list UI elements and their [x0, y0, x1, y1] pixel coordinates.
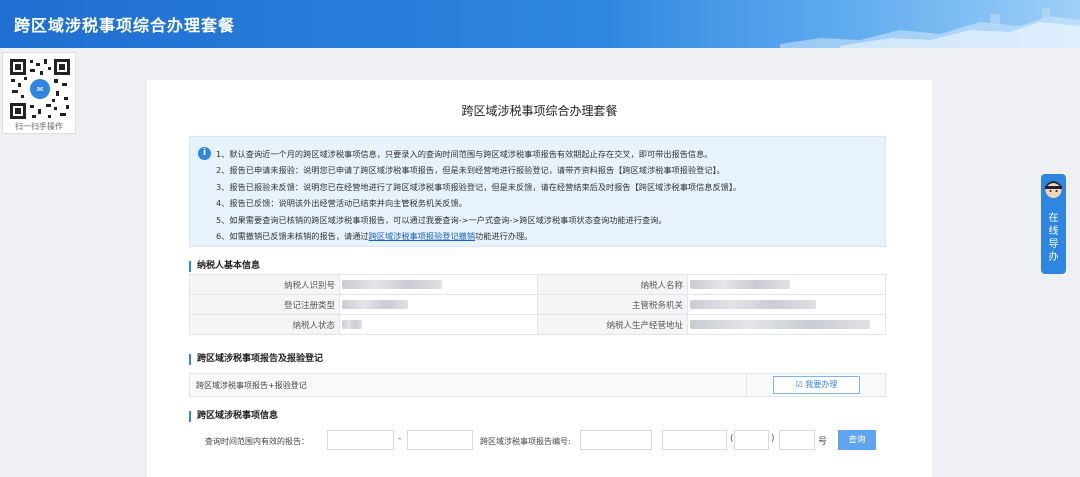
basic-info-section-title: 纳税人基本信息 [189, 261, 260, 272]
qr-code-icon: ✉ [8, 57, 72, 121]
online-guide-text: 在线导办 [1048, 213, 1059, 263]
taxpayer-status-value [339, 314, 538, 335]
online-guide-label: 在线导办 [1041, 212, 1066, 264]
qr-caption: 扫一扫手操作 [15, 122, 63, 131]
taxpayer-id-label: 纳税人识别号 [189, 274, 340, 295]
table-row: 登记注册类型 主管税务机关 [189, 294, 886, 315]
report-number-prefix-input[interactable] [580, 430, 652, 450]
svg-text:✉: ✉ [37, 85, 44, 94]
hao-label: 号 [818, 437, 828, 447]
end-date-input[interactable] [407, 430, 473, 450]
registration-type-label: 登记注册类型 [189, 294, 340, 315]
report-number-part-input[interactable] [662, 430, 727, 450]
notice-lines: 1、默认查询近一个月的跨区域涉税事项信息，只要录入的查询时间范围与跨区域涉税事项… [216, 146, 741, 244]
table-row: 纳税人识别号 纳税人名称 [189, 274, 886, 295]
bracket-close: ) [771, 434, 775, 444]
online-guide-float[interactable]: 在线导办 [1041, 174, 1066, 274]
top-banner: 跨区域涉税事项综合办理套餐 [0, 0, 1080, 48]
query-range-label: 查询时间范围内有效的报告： [205, 437, 309, 446]
taxpayer-name-value [687, 274, 886, 295]
notice-line-6-prefix: 6、如需撤销已反馈未核销的报告，请通过 [216, 231, 369, 242]
notice-box: i 1、默认查询近一个月的跨区域涉税事项信息，只要录入的查询时间范围与跨区域涉税… [189, 136, 886, 247]
info-icon: i [198, 147, 211, 160]
redacted-value [690, 279, 790, 289]
avatar-icon [1045, 181, 1062, 198]
notice-line-1: 1、默认查询近一个月的跨区域涉税事项信息，只要录入的查询时间范围与跨区域涉税事项… [216, 149, 713, 159]
business-address-value [687, 314, 886, 335]
report-reg-label: 跨区域涉税事项报告+报验登记 [196, 381, 307, 390]
great-wall-decoration [780, 8, 1080, 48]
notice-line-3: 3、报告已报验未反馈：说明您已在经营地进行了跨区域涉税事项报验登记，但是未反馈，… [216, 181, 742, 192]
bracket-open: ( [730, 434, 734, 444]
tax-authority-label: 主管税务机关 [537, 294, 688, 315]
tax-authority-value [687, 294, 886, 315]
notice-line-5: 5、如果需要查询已核销的跨区域涉税事项报告，可以通过我要查询->一户式查询->跨… [216, 214, 667, 225]
panel-title: 跨区域涉税事项综合办理套餐 [461, 104, 618, 118]
taxpayer-status-label: 纳税人状态 [189, 314, 340, 335]
business-address-label: 纳税人生产经营地址 [537, 314, 688, 335]
main-panel: 跨区域涉税事项综合办理套餐 i 1、默认查询近一个月的跨区域涉税事项信息，只要录… [147, 80, 932, 477]
qr-code-card: ✉ 扫一扫手操作 [2, 52, 76, 134]
revoke-registration-link[interactable]: 跨区域涉税事项报验登记撤销 [369, 231, 475, 241]
report-serial-input[interactable] [779, 430, 815, 450]
query-button[interactable]: 查询 [838, 430, 876, 450]
notice-line-4: 4、报告已反馈：说明该外出经营活动已结束并向主管税务机关反馈。 [216, 198, 467, 209]
report-reg-section-title: 跨区域涉税事项报告及报验登记 [189, 354, 323, 365]
notice-line-2: 2、报告已申请未报验：说明您已申请了跨区域涉税事项报告，但是未到经营地进行报验登… [216, 165, 725, 176]
range-dash: - [398, 434, 402, 444]
start-date-input[interactable] [327, 430, 394, 450]
basic-info-table: 纳税人识别号 纳税人名称 登记注册类型 主管税务机关 纳税人状态 纳税人生产经营… [189, 274, 886, 335]
notice-line-6: 6、如需撤销已反馈未核销的报告，请通过跨区域涉税事项报验登记撤销功能进行办理。 [216, 228, 741, 244]
redacted-value [342, 279, 442, 289]
redacted-value [690, 299, 816, 309]
query-section-title: 跨区域涉税事项信息 [189, 411, 278, 422]
report-number-label: 跨区域涉税事项报告编号: [480, 437, 571, 446]
report-year-input[interactable] [734, 430, 769, 450]
registration-type-value [339, 294, 538, 315]
taxpayer-id-value [339, 274, 538, 295]
handle-button[interactable]: ☑ 我要办理 [773, 376, 860, 394]
redacted-value [690, 319, 870, 329]
redacted-value [342, 319, 362, 329]
notice-line-6-suffix: 功能进行办理。 [475, 231, 533, 242]
banner-title: 跨区域涉税事项综合办理套餐 [14, 16, 236, 35]
table-row: 纳税人状态 纳税人生产经营地址 [189, 314, 886, 335]
taxpayer-name-label: 纳税人名称 [537, 274, 688, 295]
row-divider [746, 374, 747, 396]
report-reg-row: 跨区域涉税事项报告+报验登记 ☑ 我要办理 [189, 373, 886, 397]
redacted-value [342, 299, 408, 309]
